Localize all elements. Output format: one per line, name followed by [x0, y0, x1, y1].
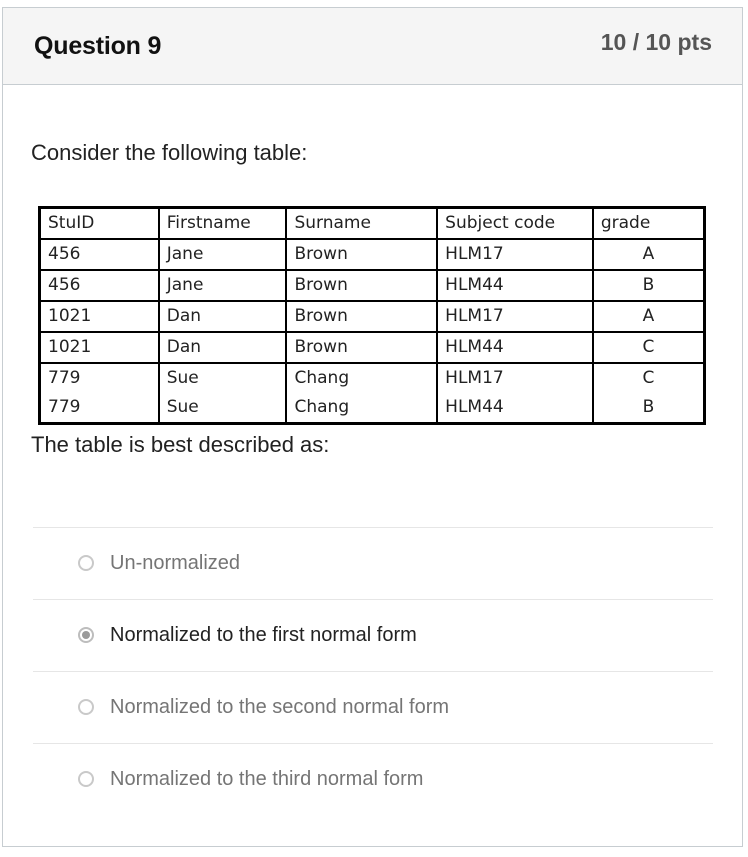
question-prompt: Consider the following table: [31, 140, 308, 165]
answer-option-3[interactable]: Normalized to the second normal form [78, 692, 449, 722]
table-cell: HLM44 [436, 393, 594, 424]
table-row: 1021 Dan Brown HLM17 A [38, 301, 706, 333]
question-points: 10 / 10 pts [600, 29, 712, 55]
question-description: The table is best described as: [31, 432, 330, 457]
student-grades-table: StuID Firstname Surname Subject code gra… [38, 206, 706, 425]
table-header-row: StuID Firstname Surname Subject code gra… [38, 207, 706, 240]
table-cell: 779 [38, 393, 160, 424]
table-cell: A [591, 239, 706, 271]
table-header-cell: StuID [38, 207, 160, 240]
answer-option-1[interactable]: Un-normalized [78, 548, 240, 578]
table-cell: C [591, 363, 706, 393]
table-cell: 779 [38, 363, 160, 393]
table-cell: Jane [157, 239, 288, 271]
table-cell: HLM44 [436, 270, 594, 302]
table-cell: Jane [157, 270, 288, 302]
table-cell: Brown [285, 270, 439, 302]
table-cell: 1021 [38, 301, 160, 333]
answer-option-2[interactable]: Normalized to the first normal form [78, 620, 417, 650]
table-cell: Brown [285, 301, 439, 333]
table-cell: Sue [157, 393, 288, 424]
table-header-cell: Subject code [436, 207, 594, 240]
table-cell: 456 [38, 270, 160, 302]
table-cell: Brown [285, 239, 439, 271]
question-header: Question 9 10 / 10 pts [3, 8, 742, 85]
table-cell: HLM44 [436, 332, 594, 364]
table-cell: Brown [285, 332, 439, 364]
radio-button[interactable] [78, 771, 94, 787]
divider [33, 671, 713, 672]
table-header-cell: Surname [285, 207, 439, 240]
table-cell: A [591, 301, 706, 333]
table-cell: C [591, 332, 706, 364]
table-cell: Sue [157, 363, 288, 393]
table-cell: 456 [38, 239, 160, 271]
table-cell: 1021 [38, 332, 160, 364]
table-row: 1021 Dan Brown HLM44 C [38, 332, 706, 364]
table-cell: HLM17 [436, 239, 594, 271]
divider [33, 527, 713, 528]
table-cell: B [591, 270, 706, 302]
radio-button-selected[interactable] [78, 627, 94, 643]
table-header-cell: grade [591, 207, 706, 240]
divider [33, 599, 713, 600]
table-cell: Chang [285, 363, 439, 393]
answer-label: Normalized to the second normal form [110, 695, 450, 718]
table-cell: HLM17 [436, 301, 594, 333]
table-cell: Dan [157, 332, 288, 364]
table-cell: HLM17 [436, 363, 594, 393]
table-row: 456 Jane Brown HLM44 B [38, 270, 706, 302]
radio-button[interactable] [78, 555, 94, 571]
radio-button[interactable] [78, 699, 94, 715]
table-cell: Dan [157, 301, 288, 333]
table-header-cell: Firstname [157, 207, 288, 240]
answer-option-4[interactable]: Normalized to the third normal form [78, 764, 423, 794]
table-row: 779 Sue Chang HLM44 B [38, 393, 706, 424]
answer-label: Un-normalized [110, 551, 241, 574]
answer-label: Normalized to the first normal form [110, 623, 417, 646]
table-row: 779 Sue Chang HLM17 C [38, 363, 706, 393]
divider [33, 743, 713, 744]
answer-label: Normalized to the third normal form [110, 767, 424, 790]
table-cell: B [591, 393, 706, 424]
table-row: 456 Jane Brown HLM17 A [38, 239, 706, 271]
table-cell: Chang [285, 393, 439, 424]
question-title: Question 9 [34, 32, 162, 60]
